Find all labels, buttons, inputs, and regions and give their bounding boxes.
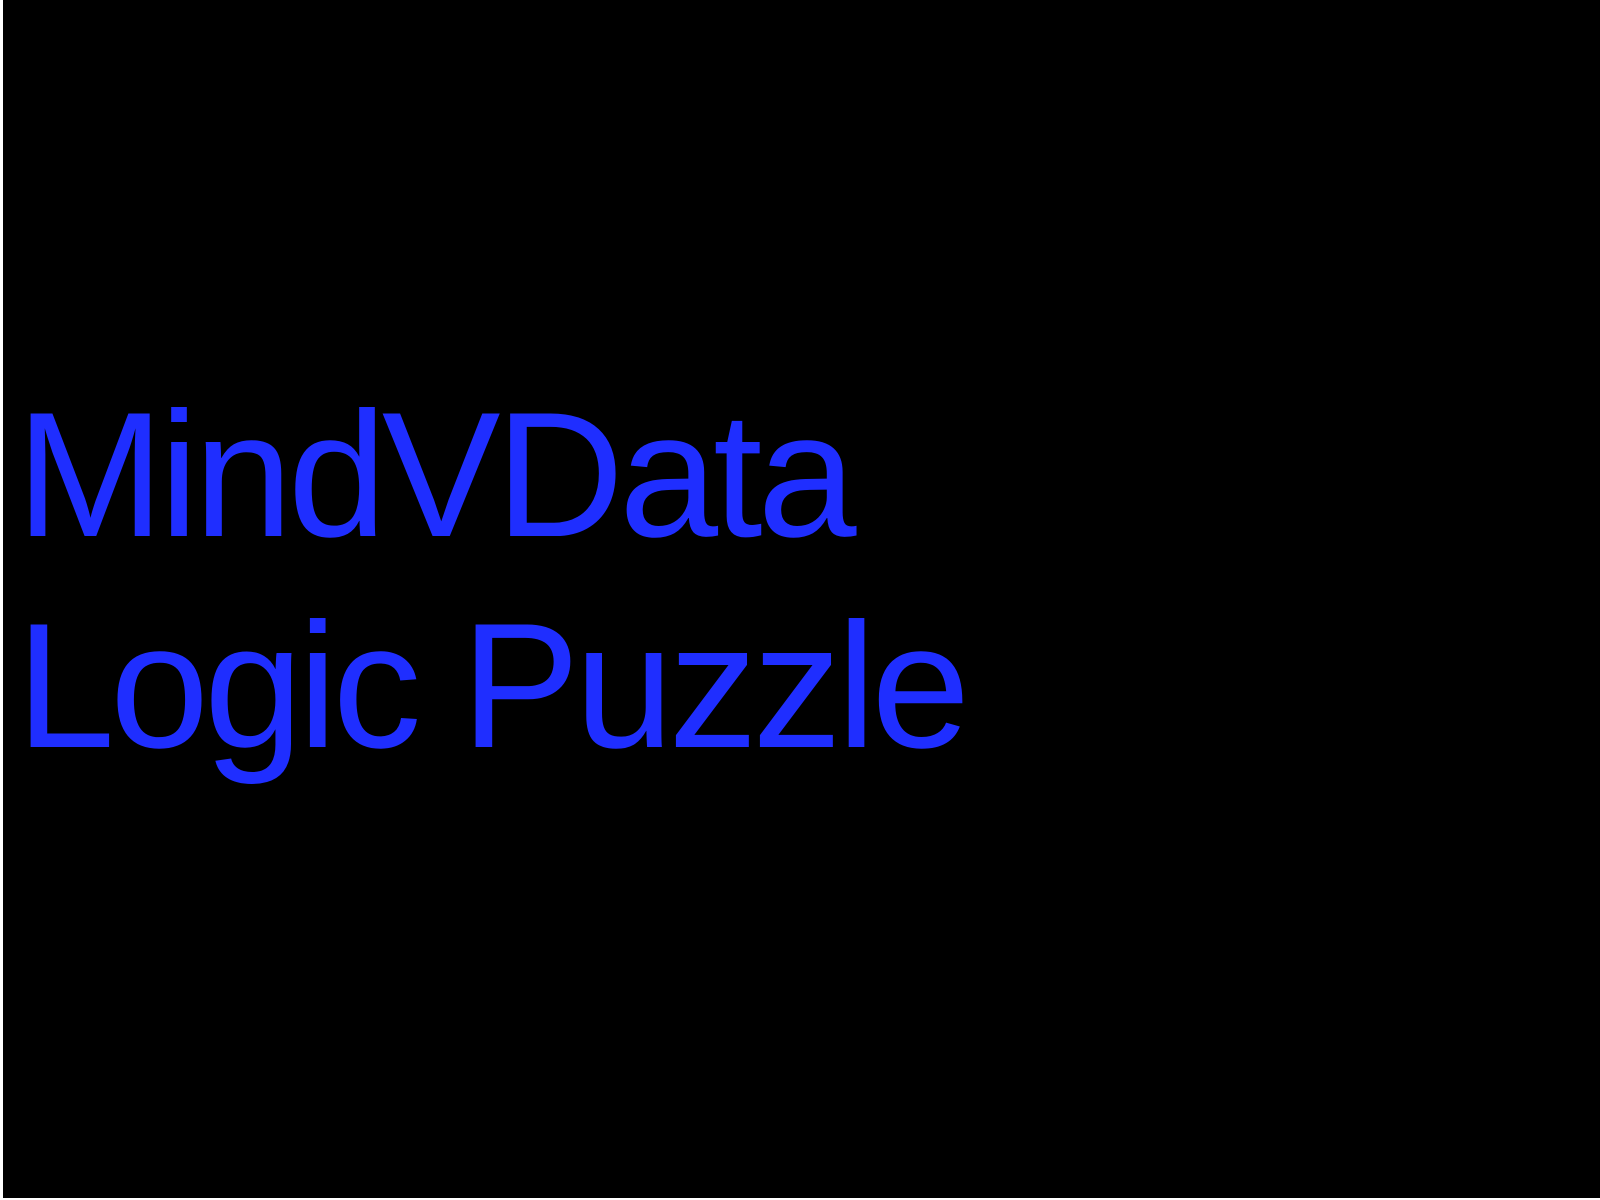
title-line-brand: MindVData bbox=[16, 375, 857, 574]
title-line-game-name: Logic Puzzle bbox=[16, 586, 970, 785]
splash-screen: MindVData Logic Puzzle bbox=[3, 0, 1600, 1198]
game-title: MindVData Logic Puzzle bbox=[16, 369, 970, 791]
